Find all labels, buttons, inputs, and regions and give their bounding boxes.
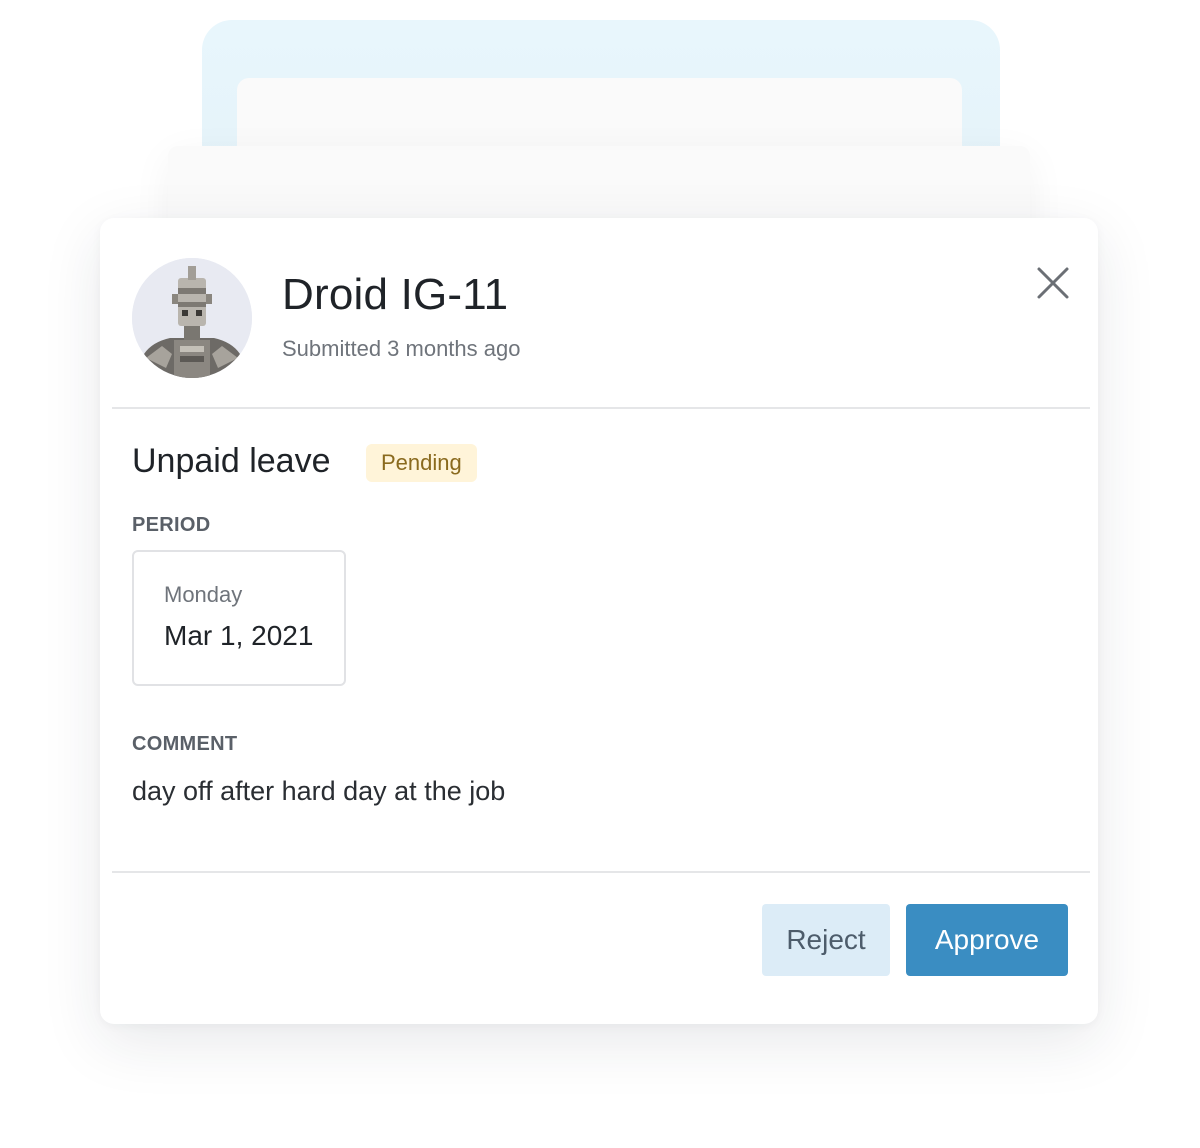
close-button[interactable]: [1030, 260, 1076, 306]
period-label: PERIOD: [132, 514, 211, 536]
comment-label: COMMENT: [132, 733, 238, 755]
leave-request-card: Droid IG-11 Submitted 3 months ago Unpai…: [100, 218, 1098, 1024]
submitted-time: Submitted 3 months ago: [282, 336, 521, 361]
droid-avatar-icon: [132, 258, 252, 378]
header-divider: [112, 407, 1090, 409]
avatar: [132, 258, 252, 378]
status-badge: Pending: [366, 444, 477, 482]
user-name: Droid IG-11: [282, 270, 509, 319]
footer-divider: [112, 871, 1090, 873]
leave-type-title: Unpaid leave: [132, 442, 331, 480]
period-date: Mar 1, 2021: [164, 620, 314, 651]
leave-request-stage: Droid IG-11 Submitted 3 months ago Unpai…: [0, 0, 1200, 1148]
card-header: Droid IG-11 Submitted 3 months ago: [100, 218, 1098, 408]
period-date-card: Monday Mar 1, 2021: [132, 550, 346, 686]
comment-text: day off after hard day at the job: [132, 776, 506, 806]
approve-button[interactable]: Approve: [906, 904, 1068, 976]
reject-button[interactable]: Reject: [762, 904, 890, 976]
period-day: Monday: [164, 582, 243, 607]
close-icon: [1037, 267, 1069, 299]
